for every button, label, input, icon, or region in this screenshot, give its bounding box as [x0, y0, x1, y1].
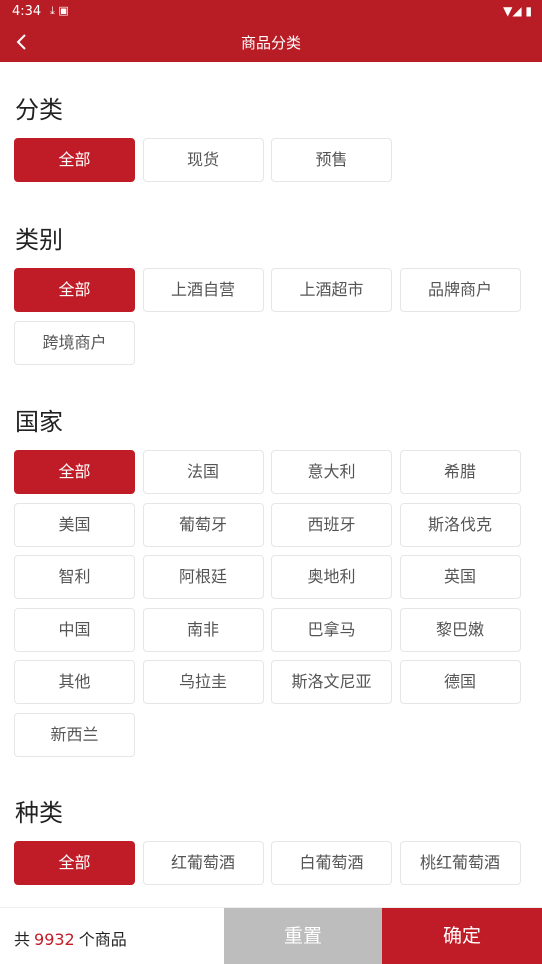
filter-chip-country[interactable]: 新西兰: [14, 712, 135, 757]
filter-chip-kind[interactable]: 桃红葡萄酒: [399, 841, 521, 885]
count-number: 9932: [34, 930, 75, 949]
download-icon: ⤓ ▣: [50, 4, 69, 17]
filter-content[interactable]: 分类 类别 国家 种类 全部 现货 预售 全部 上酒自营 上酒超市 品牌商户 跨境商户 全部 法国…: [0, 62, 542, 907]
filter-chip-type[interactable]: 上酒超市: [271, 268, 392, 312]
section-title-type: 类别: [15, 226, 63, 254]
filter-chip-category[interactable]: 全部: [14, 138, 135, 182]
page-title: 商品分类: [240, 34, 301, 52]
signal-battery-icons: ▼◢ ▮: [503, 4, 532, 18]
filter-chip-country[interactable]: 美国: [14, 502, 135, 547]
bottom-bar: 共 9932 个商品 重置 确定: [0, 907, 542, 964]
filter-chip-country[interactable]: 中国: [14, 607, 135, 652]
filter-chip-country[interactable]: 其他: [14, 660, 135, 704]
filter-chip-country[interactable]: 斯洛伐克: [399, 502, 521, 547]
filter-chip-country[interactable]: 南非: [142, 607, 264, 652]
filter-chip-country[interactable]: 全部: [14, 450, 135, 494]
filter-chip-country[interactable]: 西班牙: [271, 502, 392, 547]
filter-chip-country[interactable]: 巴拿马: [271, 607, 392, 652]
filter-chip-type[interactable]: 全部: [14, 268, 135, 312]
filter-chip-kind[interactable]: 白葡萄酒: [271, 841, 392, 885]
filter-chip-type[interactable]: 上酒自营: [142, 268, 264, 312]
filter-chip-country[interactable]: 希腊: [399, 450, 521, 494]
filter-chip-country[interactable]: 阿根廷: [142, 555, 264, 599]
filter-chip-country[interactable]: 德国: [399, 660, 521, 704]
confirm-button[interactable]: 确定: [382, 908, 542, 964]
filter-chip-country[interactable]: 乌拉圭: [142, 660, 264, 704]
filter-chip-kind[interactable]: 全部: [14, 841, 135, 885]
filter-chip-country[interactable]: 法国: [142, 450, 264, 494]
section-title-country: 国家: [15, 408, 63, 436]
filter-chip-type[interactable]: 跨境商户: [14, 320, 135, 365]
header-bar: 商品分类: [0, 24, 542, 62]
filter-chip-country[interactable]: 斯洛文尼亚: [271, 660, 392, 704]
filter-chip-country[interactable]: 智利: [14, 555, 135, 599]
status-time: 4:34: [12, 4, 42, 19]
reset-button[interactable]: 重置: [224, 908, 382, 964]
filter-chip-country[interactable]: 奥地利: [271, 555, 392, 599]
filter-chip-kind[interactable]: 红葡萄酒: [142, 841, 264, 885]
filter-chip-type[interactable]: 品牌商户: [399, 268, 521, 312]
filter-chip-country[interactable]: 意大利: [271, 450, 392, 494]
filter-chip-category[interactable]: 现货: [142, 138, 264, 182]
status-bar: 4:34 ⤓ ▣ ▼◢ ▮: [0, 0, 542, 24]
section-title-kind: 种类: [15, 799, 63, 827]
product-count: 共 9932 个商品: [14, 930, 127, 949]
filter-chip-category[interactable]: 预售: [271, 138, 392, 182]
section-title-category: 分类: [15, 96, 63, 124]
filter-chip-country[interactable]: 黎巴嫩: [399, 607, 521, 652]
filter-chip-country[interactable]: 葡萄牙: [142, 502, 264, 547]
filter-chip-country[interactable]: 英国: [399, 555, 521, 599]
